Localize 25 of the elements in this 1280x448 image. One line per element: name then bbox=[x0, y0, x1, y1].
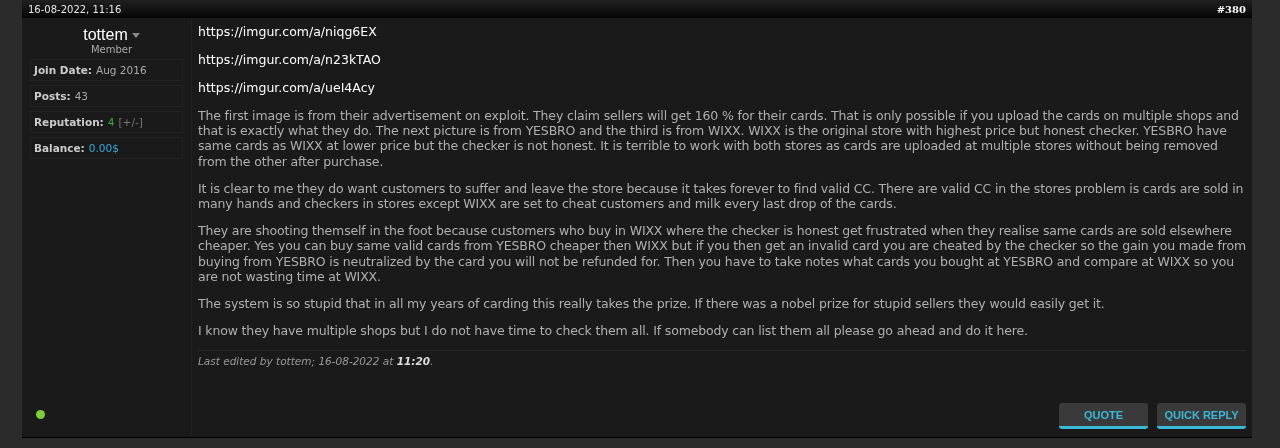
author-name[interactable]: tottem bbox=[83, 26, 128, 44]
post-paragraph: The first image is from their advertisement on exploit. They claim sellers will get 160 % for their cards. That is only possible if you upload the cards on multiple shops and that is exactly what they do. The next picture is from YESBRO and the third is from WIXX. WIXX is the original store with highest price but honest checker. YESBRO have same cards as WIXX at lower price but the checker is not honest. It is terrible to work with both stores as cards are uploaded at multiple stores without being removed from the other after purchase. bbox=[198, 108, 1240, 169]
post-paragraph: I know they have multiple shops but I do not have time to check them all. If somebody can list them all please go ahead and do it here. bbox=[198, 323, 1029, 339]
author-rank: Member bbox=[89, 44, 134, 55]
post-date: 16-08-2022, 11:16 bbox=[28, 3, 122, 15]
caret-icon[interactable] bbox=[131, 32, 140, 38]
stat-label: Reputation: bbox=[34, 116, 104, 128]
stat-label: Balance: bbox=[34, 142, 85, 154]
stat-value[interactable]: 0.00$ bbox=[88, 142, 119, 154]
quote-button[interactable]: QUOTE bbox=[1059, 403, 1148, 429]
stat-value: 4 bbox=[107, 116, 115, 128]
stat-value: 43 bbox=[74, 90, 88, 102]
post-link[interactable]: https://imgur.com/a/ueI4Acy bbox=[198, 80, 375, 95]
post-link[interactable]: https://imgur.com/a/n23kTAO bbox=[198, 52, 381, 67]
quick-reply-button[interactable]: QUICK REPLY bbox=[1157, 403, 1246, 429]
stat-label: Posts: bbox=[34, 90, 71, 102]
stat-value: Aug 2016 bbox=[96, 64, 147, 76]
stat-label: Join Date: bbox=[34, 64, 92, 76]
post-paragraph: They are shooting themself in the foot because customers who buy in WIXX where the checker is honest get frustrated when they realise same cards are sold elsewhere cheaper. Yes you can buy same valid cards from YESBRO cheaper then WIXX but if you then get an invalid card you are cheated by the checker so the gain you made from buying from YESBRO is neutralized by the card you will not be refunded for. Then you have to take notes what cards you bought at YESBRO and compare at WIXX so you are not wasting time at WIXX. bbox=[198, 223, 1246, 285]
post-number[interactable]: #380 bbox=[1216, 3, 1246, 15]
edit-note: Last edited by tottem; 16-08-2022 at 11:20. bbox=[198, 350, 1246, 368]
post-link[interactable]: https://imgur.com/a/niqg6EX bbox=[198, 24, 377, 39]
reputation-link[interactable]: [+/-] bbox=[118, 116, 143, 128]
post-paragraph: It is clear to me they do want customers to suffer and leave the store because it takes forever to find valid CC. There are valid CC in the stores problem is cards are sold in many hands and checkers in stores except WIXX are set to cheat customers and milk every last drop of the cards. bbox=[198, 180, 1245, 212]
post-paragraph: The system is so stupid that in all my years of carding this really takes the prize. If there was a nobel prize for stupid sellers they would easily get it. bbox=[198, 296, 1106, 312]
